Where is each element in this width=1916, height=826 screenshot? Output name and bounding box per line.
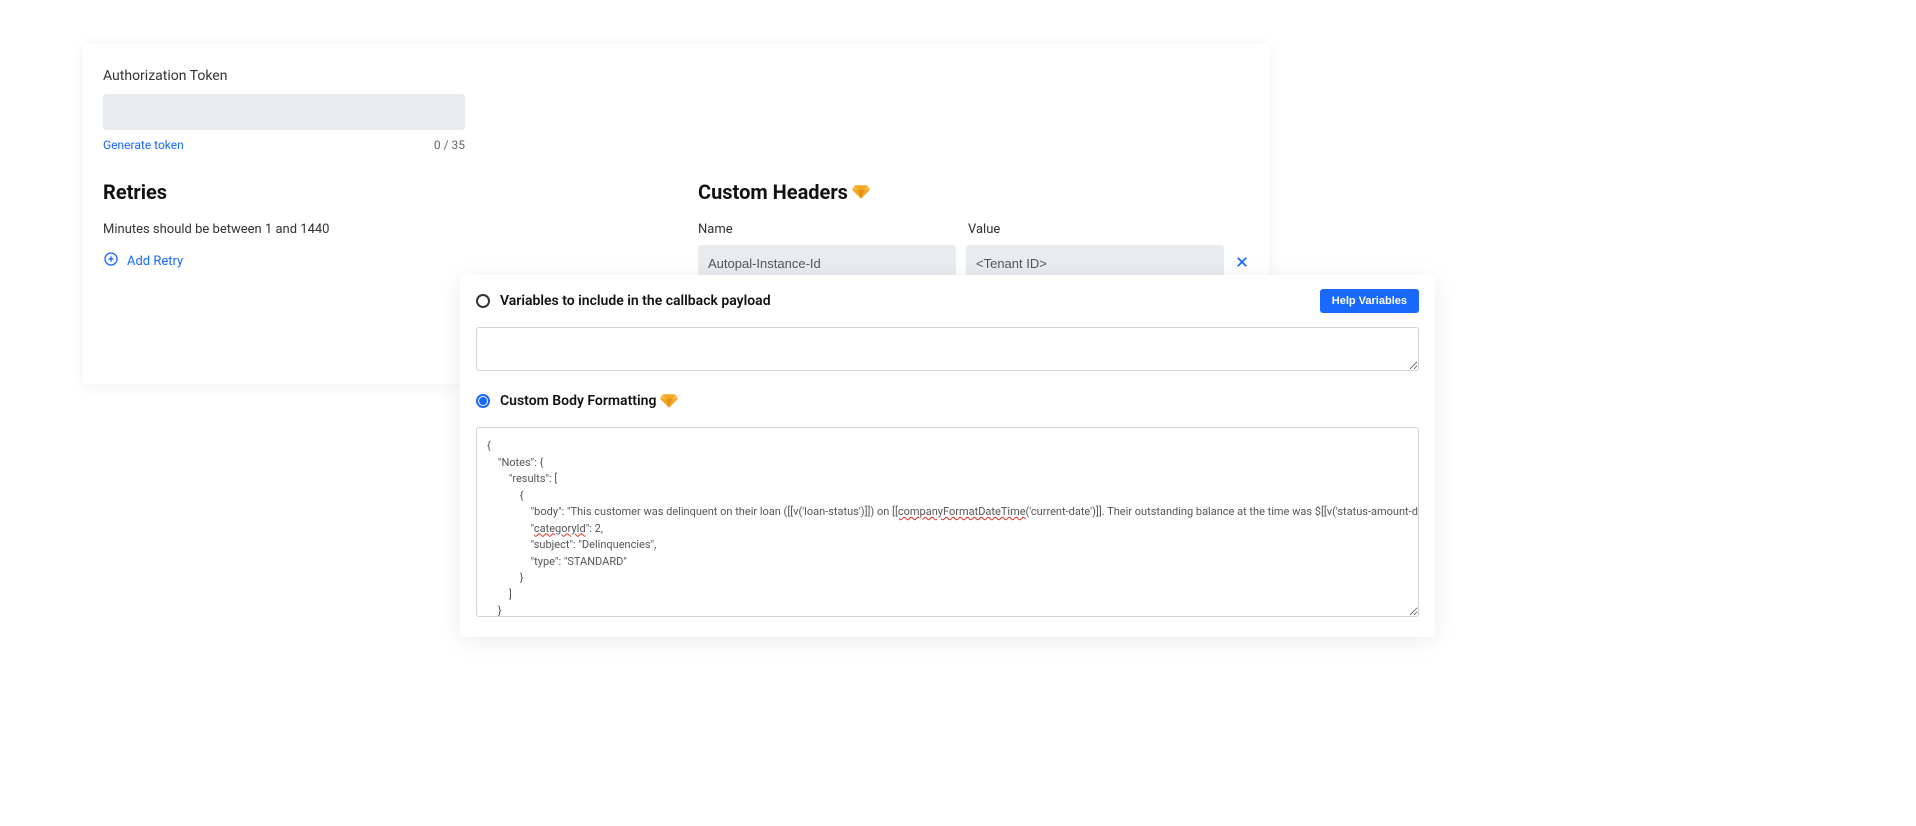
columns-container: Retries Minutes should be between 1 and … xyxy=(103,180,1250,281)
custom-headers-column: Custom Headers Name Value xyxy=(698,180,1250,281)
auth-token-char-count: 0 / 35 xyxy=(434,138,465,152)
custom-body-textarea[interactable]: { "Notes": { "results": [ { "body": "Thi… xyxy=(476,427,1419,617)
remove-header-button[interactable] xyxy=(1234,254,1250,272)
custom-headers-label-row: Name Value xyxy=(698,222,1250,237)
radio-unselected-icon xyxy=(476,294,490,308)
auth-token-meta-row: Generate token 0 / 35 xyxy=(103,138,465,152)
retries-hint: Minutes should be between 1 and 1440 xyxy=(103,222,698,237)
custom-headers-title: Custom Headers xyxy=(698,180,1250,204)
add-retry-button[interactable]: Add Retry xyxy=(103,251,698,271)
custom-body-label-text: Custom Body Formatting xyxy=(500,393,656,409)
variables-header-row: Variables to include in the callback pay… xyxy=(476,289,1419,313)
variables-option-label: Variables to include in the callback pay… xyxy=(500,293,771,309)
help-variables-button[interactable]: Help Variables xyxy=(1320,289,1419,313)
retries-column: Retries Minutes should be between 1 and … xyxy=(103,180,698,281)
diamond-icon xyxy=(852,185,870,199)
radio-selected-icon xyxy=(476,394,490,408)
diamond-icon xyxy=(660,394,678,408)
payload-config-card: Variables to include in the callback pay… xyxy=(460,275,1435,637)
variables-textarea[interactable] xyxy=(476,327,1419,371)
auth-token-input[interactable] xyxy=(103,94,465,130)
custom-body-radio-option[interactable]: Custom Body Formatting xyxy=(476,393,1419,409)
custom-headers-title-text: Custom Headers xyxy=(698,180,848,204)
custom-body-option-label: Custom Body Formatting xyxy=(500,393,678,409)
auth-token-label: Authorization Token xyxy=(103,68,1250,84)
header-name-label: Name xyxy=(698,222,968,237)
plus-circle-icon xyxy=(103,251,119,271)
header-value-label: Value xyxy=(968,222,1000,237)
add-retry-label: Add Retry xyxy=(127,254,183,269)
generate-token-link[interactable]: Generate token xyxy=(103,138,184,152)
retries-title-text: Retries xyxy=(103,180,167,204)
variables-radio-option[interactable]: Variables to include in the callback pay… xyxy=(476,293,771,309)
retries-title: Retries xyxy=(103,180,698,204)
